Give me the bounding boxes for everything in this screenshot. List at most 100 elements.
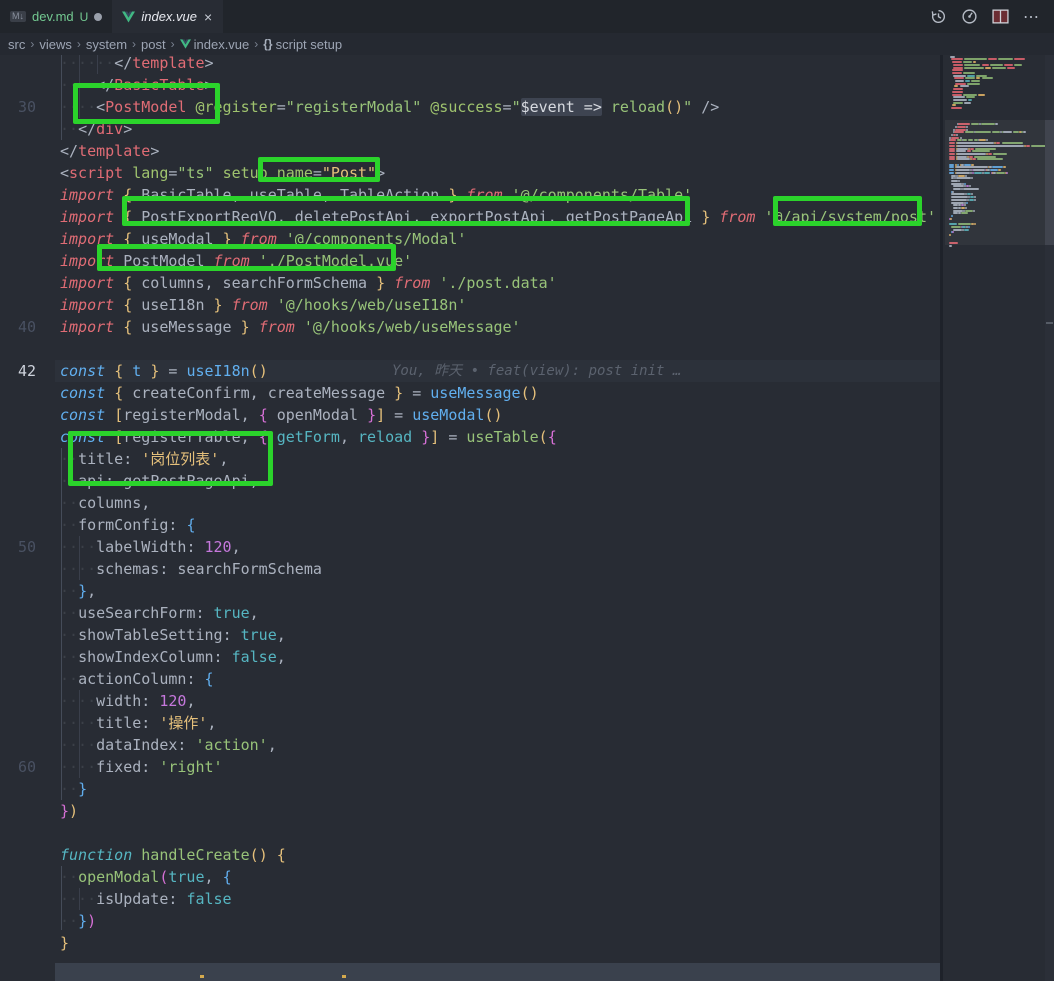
code-line: ··openModal(true, { bbox=[60, 866, 232, 888]
code-line: } bbox=[60, 932, 69, 954]
minimap-line bbox=[976, 75, 987, 77]
vscode-window: M↓ dev.md U index.vue × bbox=[0, 0, 1054, 981]
minimap-line bbox=[955, 83, 966, 85]
scrollbar-thumb[interactable] bbox=[1045, 120, 1054, 245]
minimap-line bbox=[1014, 58, 1025, 60]
breadcrumb-item-post[interactable]: post bbox=[141, 37, 166, 52]
minimap-line bbox=[1014, 64, 1022, 66]
minimap-divider bbox=[940, 55, 943, 981]
code-line: function handleCreate() { bbox=[60, 844, 286, 866]
code-line: const { t } = useI18n()You, 昨天 • feat(vi… bbox=[60, 360, 268, 382]
vue-file-icon bbox=[122, 11, 135, 23]
gutter-line-number: 30 bbox=[0, 96, 36, 118]
breadcrumb-item-index.vue[interactable]: index.vue bbox=[180, 37, 250, 52]
minimap-line bbox=[953, 99, 967, 101]
code-line: ··useSearchForm: true, bbox=[60, 602, 259, 624]
code-line: ····dataIndex: 'action', bbox=[60, 734, 277, 756]
code-line: ····fixed: 'right' bbox=[60, 756, 223, 778]
minimap-line bbox=[973, 61, 976, 63]
tab-devmd[interactable]: M↓ dev.md U bbox=[0, 0, 112, 33]
minimap-line bbox=[988, 58, 997, 60]
tab-dirty-dot-icon[interactable] bbox=[94, 13, 102, 21]
more-actions-icon[interactable]: ⋯ bbox=[1023, 7, 1040, 27]
gutter-line-number: 50 bbox=[0, 536, 36, 558]
minimap-line bbox=[953, 67, 962, 69]
code-line: }) bbox=[60, 800, 78, 822]
breadcrumb-label: script setup bbox=[276, 37, 342, 52]
breadcrumb-label: src bbox=[8, 37, 25, 52]
code-line: ··formConfig: { bbox=[60, 514, 195, 536]
minimap-line bbox=[955, 80, 963, 82]
minimap-line bbox=[971, 80, 980, 82]
breadcrumb-item-views[interactable]: views bbox=[39, 37, 72, 52]
minimap-line bbox=[1004, 64, 1013, 66]
breadcrumb-label: views bbox=[39, 37, 72, 52]
breadcrumb-item-script-setup[interactable]: {} script setup bbox=[263, 37, 342, 52]
tab-indexvue[interactable]: index.vue × bbox=[112, 0, 223, 33]
breadcrumb-item-system[interactable]: system bbox=[86, 37, 127, 52]
code-line: ····width: 120, bbox=[60, 690, 195, 712]
code-line: import { columns, searchFormSchema } fro… bbox=[60, 272, 557, 294]
minimap-line bbox=[992, 67, 1006, 69]
minimap-line bbox=[965, 80, 970, 82]
minimap-line bbox=[978, 94, 984, 96]
minimap-line bbox=[953, 102, 962, 104]
minimap-line bbox=[950, 56, 955, 58]
code-line: import { useMessage } from '@/hooks/web/… bbox=[60, 316, 521, 338]
tab-indexvue-label: index.vue bbox=[141, 9, 197, 24]
annotation-box bbox=[773, 196, 922, 226]
minimap-line bbox=[953, 88, 962, 90]
code-line: const { createConfirm, createMessage } =… bbox=[60, 382, 539, 404]
vue-file-icon bbox=[180, 39, 191, 49]
minimap-line bbox=[953, 96, 965, 98]
breadcrumb-label: post bbox=[141, 37, 166, 52]
code-line: ····title: '操作', bbox=[60, 712, 216, 734]
tab-devmd-label: dev.md bbox=[32, 9, 74, 24]
symbol-braces-icon: {} bbox=[263, 37, 272, 51]
timeline-icon[interactable] bbox=[961, 8, 978, 25]
annotation-box bbox=[122, 196, 690, 226]
code-line: </template> bbox=[60, 140, 159, 162]
scrollbar[interactable] bbox=[1045, 55, 1054, 981]
git-status-badge: U bbox=[80, 10, 89, 24]
chevron-right-icon: › bbox=[132, 37, 136, 51]
minimap-line bbox=[982, 64, 989, 66]
minimap-line bbox=[964, 58, 987, 60]
breadcrumb-item-src[interactable]: src bbox=[8, 37, 25, 52]
chevron-right-icon: › bbox=[77, 37, 81, 51]
minimap-line bbox=[963, 61, 972, 63]
minimap-line bbox=[952, 91, 963, 93]
minimap-line bbox=[1007, 67, 1015, 69]
minimap-line bbox=[952, 104, 956, 106]
minimap[interactable] bbox=[945, 55, 1045, 981]
minimap-line bbox=[952, 94, 961, 96]
minimap-slider[interactable] bbox=[945, 120, 1045, 245]
chevron-right-icon: › bbox=[171, 37, 175, 51]
split-editor-icon[interactable] bbox=[992, 9, 1009, 24]
annotation-box bbox=[68, 431, 273, 486]
chevron-right-icon: › bbox=[30, 37, 34, 51]
history-icon[interactable] bbox=[930, 8, 947, 25]
minimap-line bbox=[990, 64, 1003, 66]
minimap-line bbox=[952, 72, 961, 74]
minimap-line bbox=[953, 75, 966, 77]
code-line: ··} bbox=[60, 778, 87, 800]
breadcrumb: src›views›system›post›index.vue›{}script… bbox=[0, 33, 1054, 55]
code-line: ······</template> bbox=[60, 55, 214, 74]
editor[interactable]: ········<TableAction :actions="tableActi… bbox=[0, 55, 941, 981]
gutter-line-number: 40 bbox=[0, 316, 36, 338]
minimap-line bbox=[954, 77, 963, 79]
minimap-line bbox=[965, 77, 976, 79]
annotation-box bbox=[73, 83, 220, 124]
breadcrumb-label: index.vue bbox=[194, 37, 250, 52]
minimap-line bbox=[976, 77, 980, 79]
annotation-box bbox=[97, 244, 396, 271]
close-icon[interactable]: × bbox=[203, 9, 213, 25]
minimap-line bbox=[964, 102, 971, 104]
minimap-line bbox=[966, 96, 975, 98]
code-line: ··showTableSetting: true, bbox=[60, 624, 286, 646]
breadcrumb-label: system bbox=[86, 37, 127, 52]
minimap-line bbox=[964, 67, 984, 69]
minimap-line bbox=[963, 94, 978, 96]
clipped-glyph bbox=[342, 975, 346, 978]
